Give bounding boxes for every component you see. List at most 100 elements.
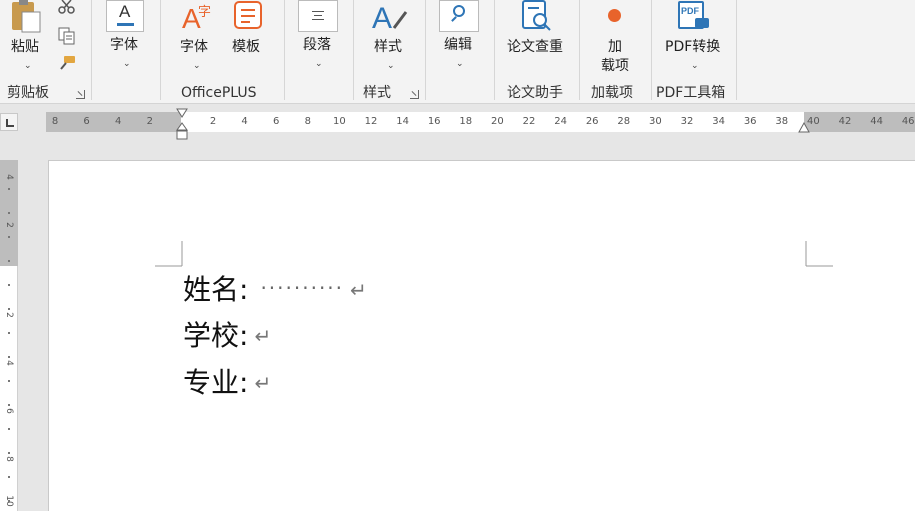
ruler-tick-label: 24	[554, 116, 567, 127]
ruler-dot	[8, 380, 10, 382]
styles-button[interactable]: A 样式 ⌄	[370, 0, 412, 76]
chevron-down-icon: ⌄	[123, 59, 131, 69]
chevron-down-icon: ⌄	[24, 61, 32, 71]
addins-icon	[608, 9, 621, 22]
cut-icon[interactable]	[58, 0, 76, 16]
vertical-ruler[interactable]: 42246810	[0, 160, 18, 511]
ruler-dot	[8, 476, 10, 478]
thesis-check-label: 论文查重	[507, 39, 563, 55]
ruler-dot	[8, 284, 10, 286]
chevron-down-icon: ⌄	[456, 59, 464, 69]
officeplus-font-button[interactable]: A 字 字体 ⌄	[178, 0, 216, 76]
pdf-group-label: PDF工具箱	[656, 85, 726, 101]
right-indent-marker[interactable]	[798, 122, 810, 134]
ruler-tick-label: 8	[304, 116, 311, 127]
paragraph-mark-icon: ↵	[350, 278, 367, 302]
officeplus-font-label: 字体	[180, 39, 208, 55]
ruler-tick-label: 8	[4, 456, 14, 462]
ruler-tick-label: 4	[115, 116, 122, 127]
ruler-tick-label: 10	[333, 116, 346, 127]
addins-label-line2: 载项	[601, 58, 629, 74]
document-line-name[interactable]: 姓名: ·········· ↵	[183, 272, 367, 306]
divider	[651, 0, 652, 100]
styles-launcher-icon[interactable]	[410, 90, 419, 99]
divider	[91, 0, 92, 100]
editing-button[interactable]: 编辑 ⌄	[439, 0, 481, 76]
ruler-dot	[8, 404, 10, 406]
editing-label: 编辑	[444, 37, 472, 53]
ruler-tick-label: 32	[680, 116, 694, 127]
document-line-major[interactable]: 专业: ↵	[183, 367, 271, 399]
chevron-down-icon: ⌄	[315, 59, 323, 69]
chevron-down-icon: ⌄	[691, 61, 699, 71]
ruler-tick-label: 42	[838, 116, 852, 127]
ruler-tick-label: 2	[4, 312, 14, 318]
pdf-convert-button[interactable]: PDF PDF转换 ⌄	[664, 0, 728, 76]
ruler-dot	[8, 452, 10, 454]
ruler-dot	[8, 212, 10, 214]
ruler-tick-label: 4	[241, 116, 248, 127]
ruler-tick-label: 44	[870, 116, 883, 127]
ruler-tick-label: 14	[396, 116, 409, 127]
ruler-tick-label: 4	[4, 174, 14, 180]
paragraph-mark-icon: ↵	[254, 371, 272, 395]
document-page[interactable]	[48, 160, 915, 511]
line-text: 姓名:	[183, 273, 249, 306]
svg-text:A: A	[372, 2, 392, 35]
clipboard-launcher-icon[interactable]	[76, 90, 85, 99]
officeplus-font-icon: A 字	[182, 3, 211, 32]
ruler-dot	[8, 308, 10, 310]
divider	[353, 0, 354, 100]
pdf-convert-label: PDF转换	[665, 39, 721, 55]
ruler-tick-label: 38	[775, 116, 789, 127]
styles-group-label: 样式	[363, 85, 391, 101]
paste-button[interactable]: 粘贴 ⌄	[4, 0, 48, 78]
chevron-down-icon: ⌄	[193, 61, 201, 71]
paragraph-button[interactable]: 段落 ⌄	[298, 0, 340, 76]
template-label: 模板	[232, 39, 260, 55]
divider	[284, 0, 285, 100]
styles-label: 样式	[374, 39, 402, 55]
format-painter-icon[interactable]	[58, 55, 76, 71]
ruler-tick-label: 34	[712, 116, 725, 127]
addins-button[interactable]: 加 载项	[598, 0, 634, 76]
crop-mark-top-right	[805, 241, 833, 267]
paragraph-icon	[298, 0, 338, 32]
divider	[494, 0, 495, 100]
ruler-tick-label: 2	[146, 116, 153, 127]
document-line-school[interactable]: 学校: ↵	[183, 320, 271, 352]
ruler-tick-label: 12	[364, 116, 378, 127]
font-label: 字体	[110, 37, 138, 53]
addins-group-label: 加载项	[591, 85, 633, 101]
ruler-tick-label: 6	[4, 408, 14, 414]
divider	[160, 0, 161, 100]
ruler-tick-label: 46	[901, 116, 915, 127]
divider	[736, 0, 737, 100]
ruler-dot	[8, 428, 10, 430]
right-margin-shade	[804, 112, 915, 132]
thesis-check-button[interactable]: 论文查重	[504, 0, 574, 60]
line-text: 学校:	[183, 319, 249, 352]
divider	[425, 0, 426, 100]
copy-icon[interactable]	[58, 27, 76, 45]
pdf-icon: PDF	[678, 0, 712, 32]
font-button[interactable]: A 字体 ⌄	[104, 0, 146, 76]
ruler-dot	[8, 332, 10, 334]
line-dots: ··········	[260, 276, 345, 300]
ruler-dot	[8, 260, 10, 262]
ruler-tick-label: 30	[649, 116, 662, 127]
hanging-indent-marker[interactable]	[176, 122, 188, 142]
tab-selector-button[interactable]	[0, 113, 18, 131]
paste-label: 粘贴	[11, 39, 39, 55]
template-button[interactable]: 模板	[230, 0, 268, 60]
ruler-dot	[8, 356, 10, 358]
search-icon	[439, 0, 479, 32]
thesis-group-label: 论文助手	[507, 85, 563, 101]
ruler-tick-label: 16	[427, 116, 441, 127]
first-line-indent-marker[interactable]	[176, 108, 188, 118]
styles-icon: A	[372, 2, 408, 35]
chevron-down-icon: ⌄	[387, 61, 395, 71]
ribbon: 粘贴 ⌄ 剪贴板 A 字体 ⌄ A 字 字体 ⌄ 模板 OfficePLUS 段…	[0, 0, 915, 104]
addins-label-line1: 加	[608, 39, 622, 55]
template-icon	[234, 1, 262, 29]
